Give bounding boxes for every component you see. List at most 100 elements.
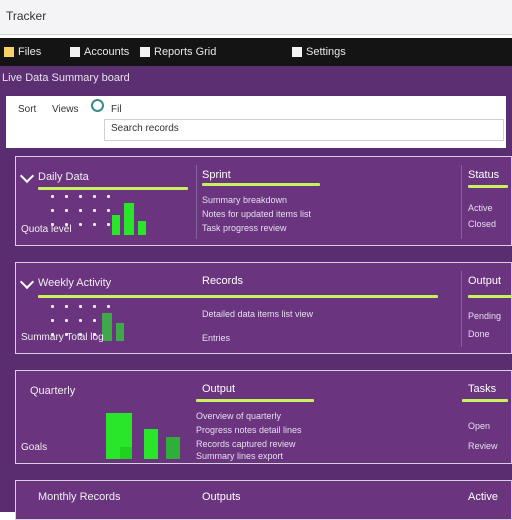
toolbar-reports-label: Reports Grid [154,46,217,58]
grid-dot [93,319,96,322]
bar-group [112,195,162,235]
grid-dot [79,305,82,308]
card-right-title: Output [468,275,502,287]
views-button[interactable]: Views [52,104,79,115]
highlight-line [38,295,438,298]
gear-icon [292,47,302,57]
card-quarterly[interactable]: Quarterly Goals Output Overview of quart… [15,370,512,464]
toolbar-accounts-button[interactable]: Accounts [70,44,129,60]
grid-dot [51,305,54,308]
grid-dot [65,305,68,308]
activity-bar [166,437,180,459]
card-title: Daily Data [38,171,89,183]
mid-line: Summary breakdown [202,195,288,205]
mid-line: Overview of quarterly [196,411,282,421]
chevron-icon [19,168,35,184]
right-line: Active [468,203,493,213]
filter-button[interactable]: Fil [111,104,122,115]
toolbar-files-button[interactable]: Files [4,44,41,60]
grid-dot [65,195,68,198]
right-line: Done [468,329,490,339]
card-footer: Summary Total log [21,332,104,343]
card-title: Quarterly [30,385,76,397]
grid-dot [51,195,54,198]
card-right-title: Active [468,491,498,503]
mid-line: Entries [202,333,231,343]
card-mid-title: Sprint [202,169,231,181]
divider [461,271,462,347]
grid-dot [79,319,82,322]
grid-dot [51,319,54,322]
window-titlebar: Tracker [0,0,512,35]
activity-bar [116,323,124,341]
mid-line: Detailed data items list view [202,309,314,319]
folder-icon [4,47,14,57]
card-footer: Goals [21,442,48,453]
highlight-line [468,295,512,298]
toolbar-settings-label: Settings [306,46,346,58]
grid-dot [51,209,54,212]
card-mid-title: Outputs [202,491,241,503]
mid-line: Progress notes detail lines [196,425,302,435]
divider [196,165,197,239]
search-icon[interactable] [91,99,104,112]
grid-dot [107,209,110,212]
bar-group [102,305,142,341]
grid-dot [79,195,82,198]
search-input[interactable]: Search records [104,119,504,141]
grid-dot [93,223,96,226]
highlight-line [462,399,508,402]
highlight-line [202,183,320,186]
toolbar-accounts-label: Accounts [84,46,130,58]
card-right-title: Tasks [468,383,497,395]
card-monthly[interactable]: Monthly Records Outputs Active [15,480,512,520]
grid-dot [93,305,96,308]
activity-bar [124,203,134,235]
grid-dot [107,223,110,226]
card-title: Weekly Activity [38,277,112,289]
right-line: Closed [468,219,497,229]
mid-line: Task progress review [202,223,287,233]
bar-group [106,397,186,459]
subbar-text: Live Data Summary board [2,72,130,84]
card-mid-title: Records [202,275,243,287]
activity-bar [138,221,146,235]
right-line: Pending [468,311,502,321]
highlight-line [468,185,508,188]
divider [461,165,462,239]
search-area: Sort Views Fil Search records [6,96,506,148]
highlight-line [196,399,314,402]
card-title: Monthly Records [38,491,121,503]
main-content: Sort Views Fil Search records Daily Data… [0,92,512,520]
grid-dot [107,195,110,198]
chevron-icon [19,274,35,290]
right-line: Open [468,421,491,431]
highlight-line [38,187,188,190]
grid-icon [140,47,150,57]
user-icon [70,47,80,57]
card-mid-title: Output [202,383,236,395]
activity-bar [120,447,132,459]
toolbar: Files Accounts Reports Grid Settings [0,38,512,66]
mid-line: Records captured review [196,439,296,449]
mid-line: Summary lines export [196,451,284,461]
window-title: Tracker [6,9,47,23]
right-line: Review [468,441,498,451]
activity-bar [112,215,120,235]
card-right-title: Status [468,169,500,181]
grid-dot [93,209,96,212]
toolbar-reports-button[interactable]: Reports Grid [140,44,216,60]
toolbar-files-label: Files [18,46,42,58]
grid-dot [79,223,82,226]
activity-bar [144,429,158,459]
sort-button[interactable]: Sort [18,104,36,115]
card-daily[interactable]: Daily Data Quota level Sprint Summary br… [15,156,512,246]
grid-dot [65,319,68,322]
subbar: Live Data Summary board [0,66,512,92]
card-weekly[interactable]: Weekly Activity Summary Total log Record… [15,262,512,354]
grid-dot [65,209,68,212]
grid-dot [93,195,96,198]
toolbar-settings-button[interactable]: Settings [292,44,346,60]
mid-line: Notes for updated items list [202,209,312,219]
card-footer: Quota level [21,224,72,235]
